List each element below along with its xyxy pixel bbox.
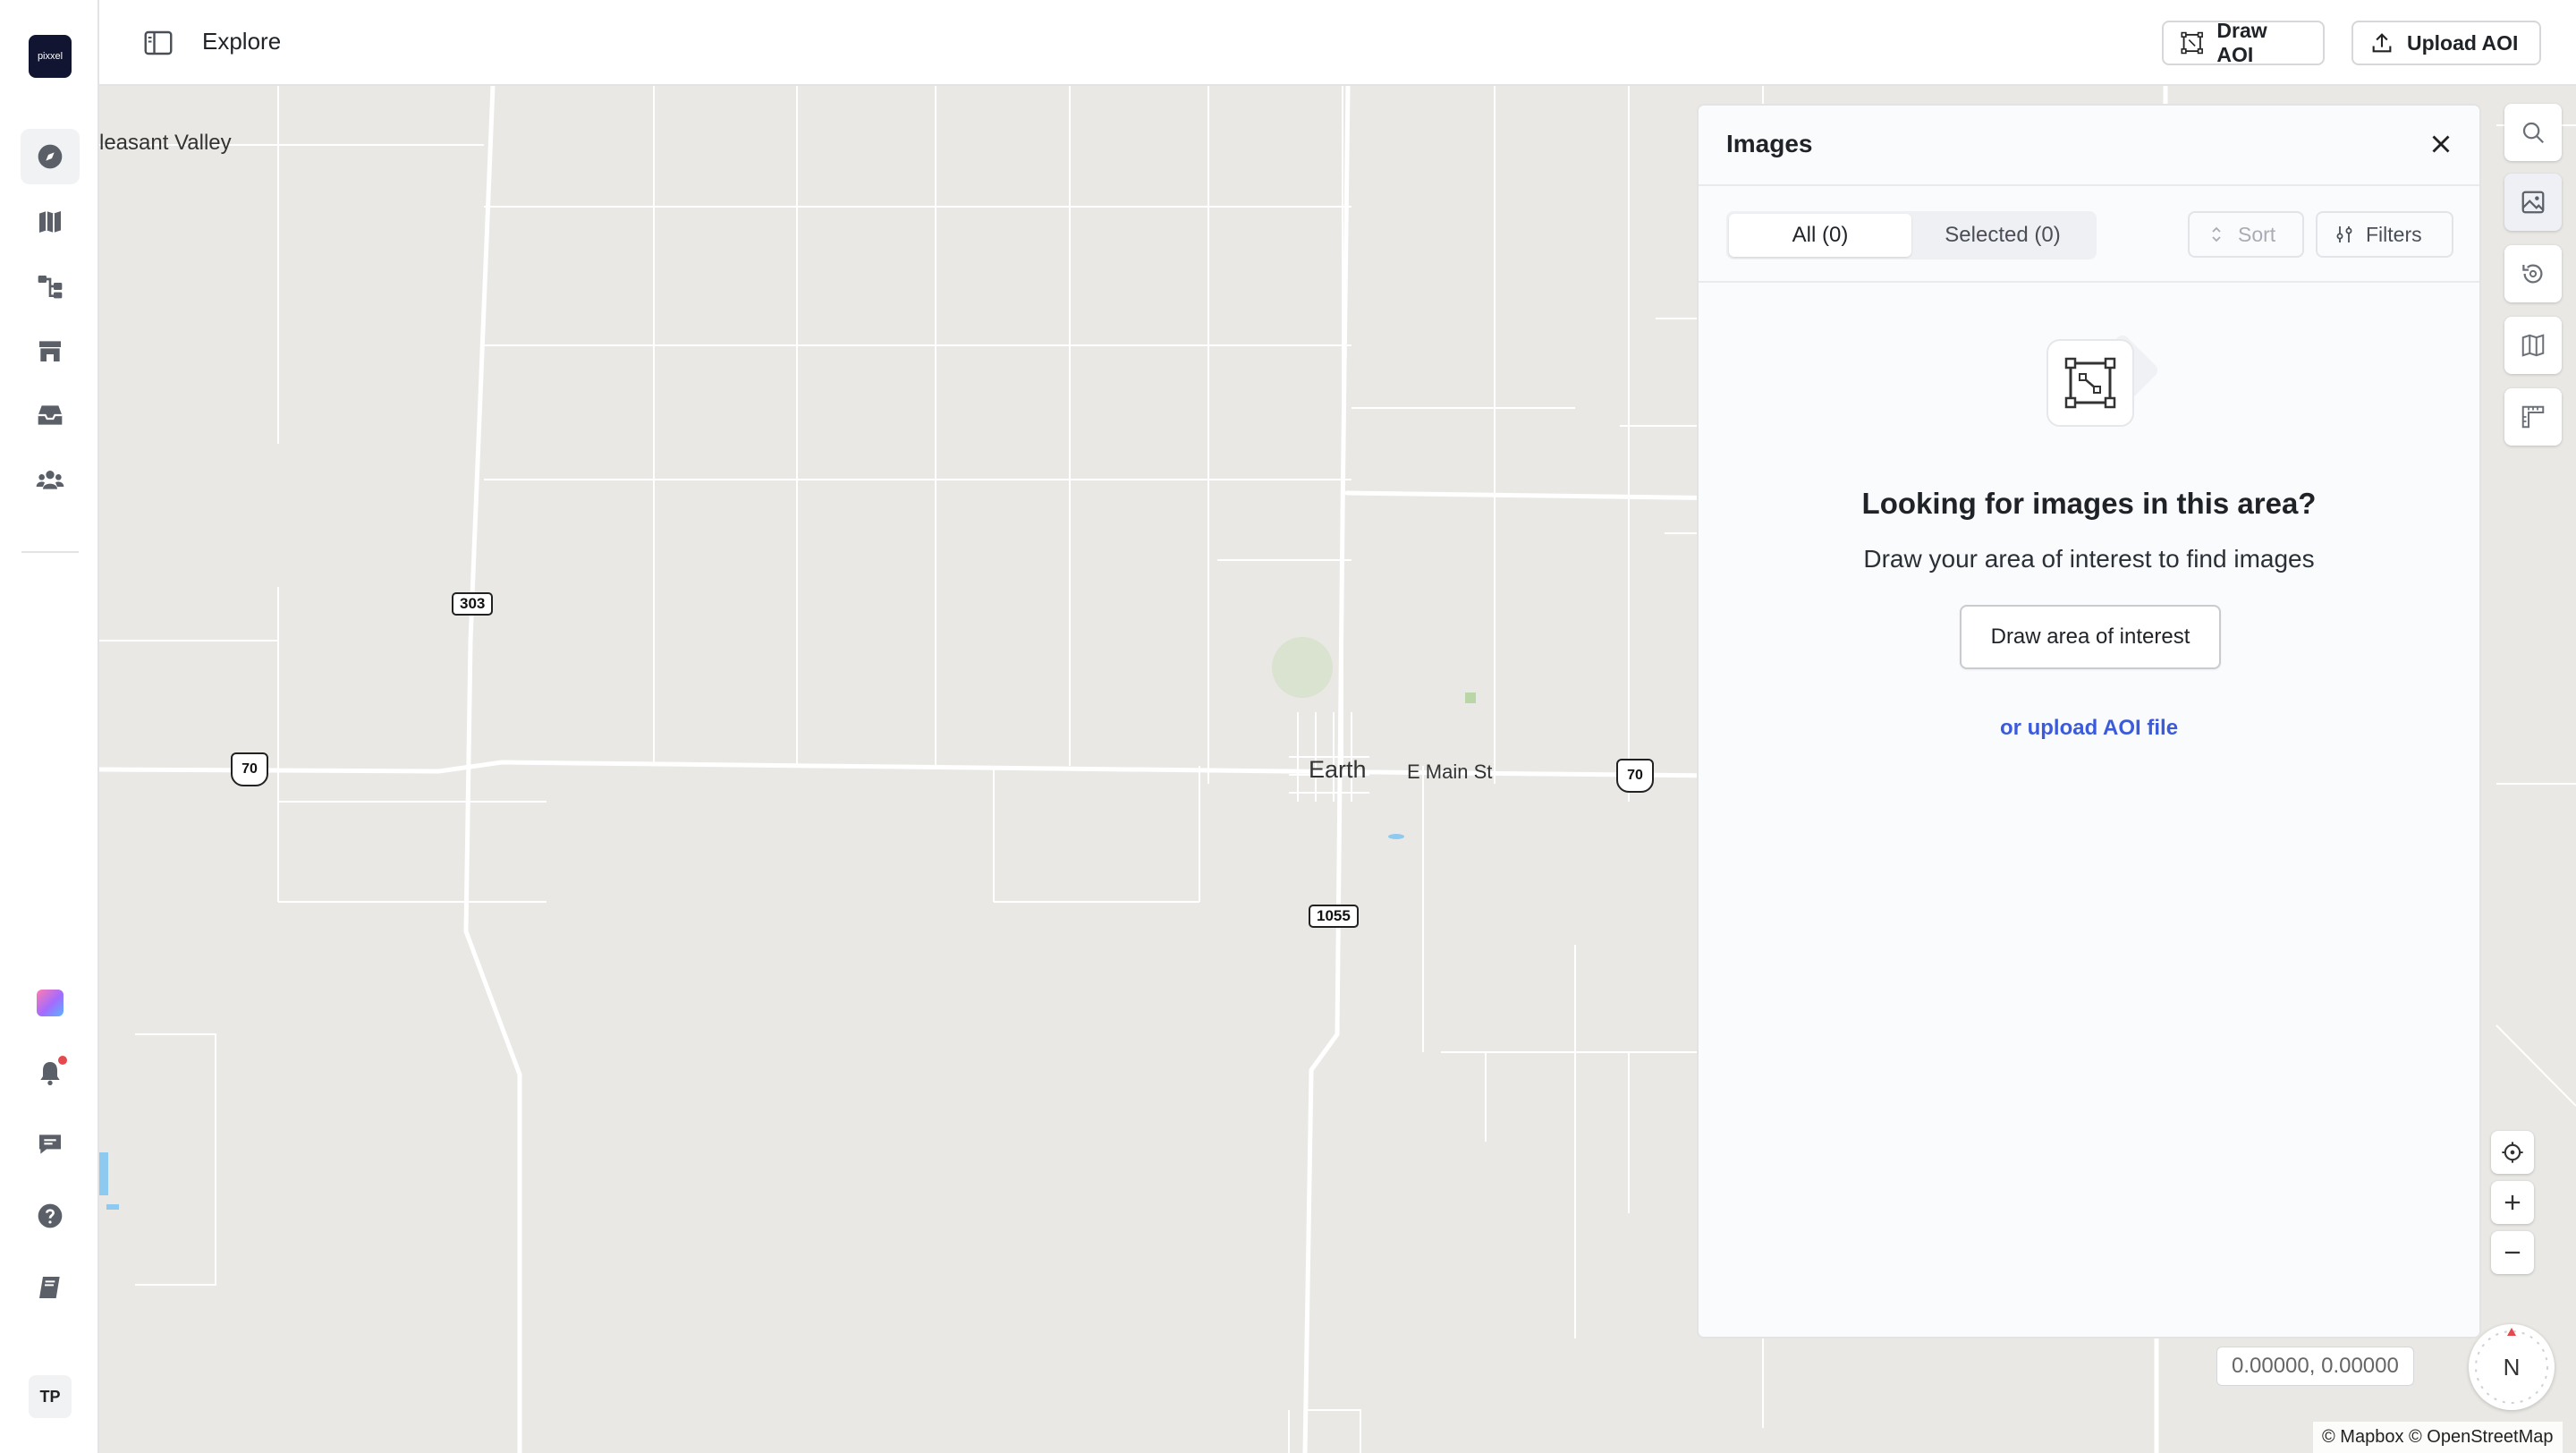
app-logo[interactable]: pixxel: [29, 35, 72, 78]
user-avatar[interactable]: TP: [29, 1375, 72, 1418]
help-icon: [38, 1203, 63, 1228]
images-tab-group: All (0) Selected (0): [1726, 211, 2097, 259]
panel-title: Images: [1726, 130, 1813, 157]
nav-docs[interactable]: [21, 1260, 80, 1315]
upload-icon: [2372, 33, 2392, 53]
minus-icon: [2504, 1251, 2521, 1254]
store-icon: [39, 341, 61, 361]
sort-label: Sort: [2238, 222, 2276, 246]
empty-state-illustration: [2044, 335, 2158, 429]
history-icon: [2522, 264, 2543, 284]
filters-label: Filters: [2366, 222, 2422, 246]
map-icon: [39, 211, 61, 233]
page-title: Explore: [202, 28, 282, 55]
zoom-out-button[interactable]: [2491, 1231, 2534, 1274]
tool-search[interactable]: [2504, 104, 2562, 161]
filters-icon: [2336, 226, 2352, 242]
tab-selected[interactable]: Selected (0): [1911, 214, 2094, 257]
tool-history[interactable]: [2504, 245, 2562, 302]
coordinates-readout: 0.00000, 0.00000: [2216, 1347, 2414, 1386]
ruler-icon: [2521, 405, 2545, 429]
sort-icon: [2212, 226, 2221, 242]
filters-button[interactable]: Filters: [2316, 211, 2453, 258]
rail-divider: [21, 551, 79, 553]
route-shield-1055: 1055: [1309, 905, 1359, 928]
compass-label: N: [2503, 1353, 2521, 1381]
compass-button[interactable]: N: [2469, 1324, 2555, 1410]
avatar-initials: TP: [39, 1387, 61, 1406]
image-icon: [2521, 191, 2545, 214]
aoi-select-icon: [2046, 339, 2134, 427]
notification-badge: [58, 1056, 67, 1065]
map-layers-icon: [2521, 334, 2545, 357]
compass-icon: [38, 144, 63, 169]
map-label-e-main-st: E Main St: [1407, 760, 1493, 783]
upload-aoi-file-link[interactable]: or upload AOI file: [1699, 716, 2479, 741]
draw-aoi-button[interactable]: Draw AOI: [2162, 19, 2325, 66]
nav-maps[interactable]: [21, 194, 80, 250]
tool-images[interactable]: [2504, 174, 2562, 231]
nav-help[interactable]: [21, 1188, 80, 1244]
users-icon: [36, 471, 64, 489]
book-icon: [39, 1277, 60, 1298]
close-icon[interactable]: [2426, 129, 2456, 159]
draw-aoi-label: Draw AOI: [2216, 19, 2267, 66]
plus-icon: [2504, 1194, 2521, 1211]
empty-state-title: Looking for images in this area?: [1861, 487, 2317, 520]
upload-aoi-button[interactable]: Upload AOI: [2351, 21, 2541, 65]
nav-store[interactable]: [21, 323, 80, 378]
draw-polygon-icon: [2181, 31, 2203, 55]
search-icon: [2522, 122, 2545, 144]
crosshair-icon: [2502, 1142, 2523, 1163]
nav-apps[interactable]: [21, 975, 80, 1031]
map-label-earth: Earth: [1309, 756, 1367, 783]
workflow-icon: [38, 276, 63, 299]
panel-header: Images: [1699, 106, 2479, 186]
locate-button[interactable]: [2491, 1131, 2534, 1174]
inbox-icon: [38, 405, 63, 425]
sidebar-toggle-icon[interactable]: [142, 27, 174, 59]
nav-feedback[interactable]: [21, 1117, 80, 1172]
draw-area-of-interest-button[interactable]: Draw area of interest: [1960, 605, 2221, 669]
us-route-shield-70-west: 70: [231, 752, 268, 786]
tool-measure[interactable]: [2504, 388, 2562, 446]
sort-button[interactable]: Sort: [2188, 211, 2304, 258]
gradient-app-icon: [37, 990, 64, 1016]
upload-aoi-label: Upload AOI: [2407, 30, 2519, 55]
map-attribution[interactable]: © Mapbox © OpenStreetMap: [2313, 1422, 2563, 1453]
nav-team[interactable]: [21, 452, 80, 507]
tool-map-layers[interactable]: [2504, 317, 2562, 374]
images-panel: Images All (0) Selected (0) Sort Filters: [1697, 104, 2481, 1338]
tab-all[interactable]: All (0): [1729, 214, 1911, 257]
route-shield-303: 303: [452, 592, 494, 616]
map-label-pleasant-valley: leasant Valley: [99, 131, 232, 155]
zoom-in-button[interactable]: [2491, 1181, 2534, 1224]
left-rail: pixxel TP: [0, 0, 99, 1453]
panel-toolbar: All (0) Selected (0) Sort Filters: [1699, 186, 2479, 283]
chat-icon: [39, 1134, 61, 1154]
top-bar: Explore Draw AOI Upload AOI: [99, 0, 2576, 86]
nav-library[interactable]: [21, 387, 80, 443]
us-route-shield-70-east: 70: [1616, 759, 1654, 793]
nav-explore[interactable]: [21, 129, 80, 184]
logo-text: pixxel: [37, 51, 64, 62]
nav-workflows[interactable]: [21, 259, 80, 314]
empty-state-subtitle: Draw your area of interest to find image…: [1863, 545, 2315, 573]
nav-notifications[interactable]: [21, 1045, 80, 1100]
